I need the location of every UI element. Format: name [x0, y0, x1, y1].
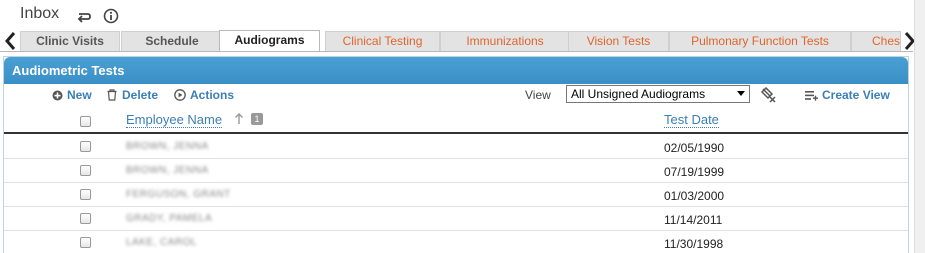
delete-label: Delete	[122, 88, 159, 102]
tab-bar: Clinic Visits Schedule Audiograms Clinic…	[0, 30, 925, 52]
actions-button[interactable]: Actions	[174, 88, 234, 102]
new-button[interactable]: New	[52, 88, 92, 102]
row-checkbox[interactable]	[80, 165, 91, 176]
actions-label: Actions	[190, 88, 235, 102]
table-row[interactable]: BROWN, JENNA 02/05/1990	[4, 135, 908, 159]
return-icon[interactable]	[76, 8, 92, 24]
row-checkbox[interactable]	[80, 141, 91, 152]
create-view-button[interactable]: Create View	[805, 88, 890, 102]
employee-name-cell: FERGUSON, GRANT	[126, 189, 231, 200]
select-all-checkbox[interactable]	[80, 116, 91, 127]
tab-pulmonary-function-tests[interactable]: Pulmonary Function Tests	[669, 31, 851, 51]
employee-name-cell: GRADY, PAMELA	[126, 213, 213, 224]
tab-divider	[0, 51, 913, 52]
new-label: New	[67, 88, 92, 102]
column-employee-name[interactable]: Employee Name	[126, 113, 223, 128]
table-row[interactable]: BROWN, JENNA 07/19/1999	[4, 159, 908, 183]
test-date-cell: 11/30/1998	[664, 237, 724, 251]
audiometric-tests-panel: Audiometric Tests New Delete Actions Vie…	[3, 56, 909, 253]
tab-clinic-visits[interactable]: Clinic Visits	[20, 31, 120, 51]
tab-clinical-testing[interactable]: Clinical Testing	[325, 31, 440, 51]
page-title: Inbox	[20, 5, 60, 22]
employee-name-cell: BROWN, JENNA	[126, 165, 209, 176]
test-date-cell: 11/14/2011	[664, 213, 723, 227]
row-checkbox[interactable]	[80, 213, 91, 224]
sort-ascending-icon[interactable]	[234, 113, 244, 125]
employee-name-cell: LAKE, CAROL	[126, 237, 198, 248]
test-date-cell: 01/03/2000	[664, 189, 725, 203]
panel-title: Audiometric Tests	[4, 57, 908, 84]
column-test-date[interactable]: Test Date	[664, 113, 719, 128]
tab-audiograms[interactable]: Audiograms	[219, 30, 320, 52]
tab-schedule[interactable]: Schedule	[121, 31, 223, 51]
table-row[interactable]: FERGUSON, GRANT 01/03/2000	[4, 183, 908, 207]
tab-ches[interactable]: Ches	[851, 31, 901, 51]
table-row[interactable]: GRADY, PAMELA 11/14/2011	[4, 207, 908, 231]
caret-down-icon	[737, 91, 745, 96]
list-add-icon	[805, 90, 818, 101]
test-date-cell: 07/19/1999	[664, 165, 725, 179]
play-circle-icon	[174, 89, 186, 101]
tab-immunizations[interactable]: Immunizations	[440, 31, 570, 51]
sort-order-badge: 1	[251, 113, 263, 125]
grid-header: Employee Name 1 Test Date	[4, 108, 908, 134]
vertical-scrollbar[interactable]	[914, 0, 925, 253]
view-select-value: All Unsigned Audiograms	[571, 87, 706, 101]
row-checkbox[interactable]	[80, 237, 91, 248]
delete-button[interactable]: Delete	[106, 88, 158, 102]
create-view-label: Create View	[822, 88, 890, 102]
view-select[interactable]: All Unsigned Audiograms	[566, 85, 750, 103]
view-label: View	[525, 88, 551, 102]
tab-vision-tests[interactable]: Vision Tests	[568, 31, 669, 51]
top-bar: Inbox	[0, 0, 925, 30]
info-icon[interactable]	[103, 8, 119, 24]
clear-filter-icon[interactable]	[761, 87, 777, 103]
trash-icon	[107, 89, 117, 101]
toolbar: New Delete Actions View All Unsigned Aud…	[4, 84, 908, 106]
plus-circle-icon	[52, 90, 63, 100]
test-date-cell: 02/05/1990	[664, 141, 725, 155]
row-checkbox[interactable]	[80, 189, 91, 200]
employee-name-cell: BROWN, JENNA	[126, 141, 209, 152]
chevron-left-icon[interactable]	[2, 30, 20, 52]
table-row[interactable]: LAKE, CAROL 11/30/1998	[4, 231, 908, 253]
